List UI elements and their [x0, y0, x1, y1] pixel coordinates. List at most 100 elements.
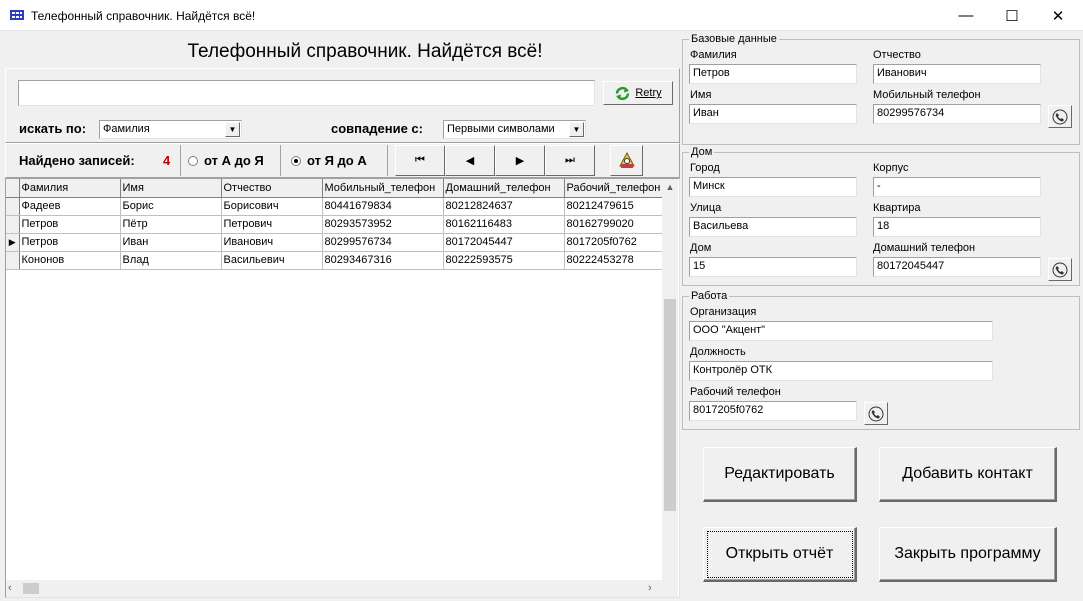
building-label: Корпус [873, 162, 909, 174]
work-phone-field[interactable]: 8017205f0762 [689, 401, 857, 421]
table-cell[interactable]: 80293467316 [322, 251, 444, 270]
first-name-field[interactable]: Иван [689, 104, 857, 124]
table-cell[interactable]: Кононов [19, 251, 121, 270]
scroll-thumb[interactable] [23, 583, 39, 594]
call-work-button[interactable] [864, 402, 888, 425]
sort-asc-radio[interactable]: от А до Я [180, 145, 281, 176]
match-select[interactable]: Первыми символами ▼ [443, 120, 586, 139]
table-cell[interactable]: 80212824637 [443, 197, 565, 216]
table-cell[interactable]: Иванович [221, 233, 323, 252]
city-field[interactable]: Минск [689, 177, 857, 197]
nav-prev-button[interactable]: ◀ [445, 145, 495, 176]
print-preview-icon [618, 151, 635, 168]
column-header[interactable]: Рабочий_телефон [564, 179, 663, 198]
street-field[interactable]: Васильева [689, 217, 857, 237]
table-row-current[interactable]: ▶ Петров Иван Иванович 80299576734 80172… [6, 233, 663, 252]
header-title: Телефонный справочник. Найдётся всё! [187, 41, 543, 62]
table-cell[interactable]: 80172045447 [443, 233, 565, 252]
data-grid[interactable]: Фамилия Имя Отчество Мобильный_телефон Д… [5, 178, 680, 598]
table-cell[interactable]: 80162799020 [564, 215, 663, 234]
table-cell[interactable]: 80299576734 [322, 233, 444, 252]
table-cell[interactable]: 8017205f0762 [564, 233, 663, 252]
house-field[interactable]: 15 [689, 257, 857, 277]
search-by-label: искать по: [19, 121, 87, 136]
scroll-thumb[interactable] [664, 299, 676, 511]
table-row[interactable]: Кононов Влад Васильевич 80293467316 8022… [6, 251, 663, 270]
match-label: совпадение с: [331, 121, 423, 136]
table-cell[interactable]: 80222593575 [443, 251, 565, 270]
horizontal-scrollbar[interactable]: ‹ › [6, 580, 678, 597]
title-bar: Телефонный справочник. Найдётся всё! — ☐… [0, 0, 1083, 31]
table-cell[interactable]: Влад [120, 251, 222, 270]
sort-desc-label: от Я до А [307, 153, 367, 168]
vertical-scrollbar[interactable]: ▲ [662, 179, 678, 580]
table-row[interactable]: Петров Пётр Петрович 80293573952 8016211… [6, 215, 663, 234]
table-cell[interactable]: 80212479615 [564, 197, 663, 216]
search-by-select[interactable]: Фамилия ▼ [99, 120, 242, 139]
open-report-button[interactable]: Открыть отчёт [703, 527, 857, 582]
city-label: Город [690, 162, 720, 174]
search-input[interactable] [18, 80, 595, 106]
minimize-button[interactable]: — [943, 0, 989, 31]
table-cell[interactable]: Пётр [120, 215, 222, 234]
table-cell[interactable]: 80162116483 [443, 215, 565, 234]
column-header[interactable]: Отчество [221, 179, 323, 198]
last-name-label: Фамилия [690, 49, 737, 61]
nav-last-button[interactable]: ⏭ [545, 145, 595, 176]
building-field[interactable]: - [873, 177, 1041, 197]
table-cell[interactable]: Борис [120, 197, 222, 216]
table-cell[interactable]: Иван [120, 233, 222, 252]
row-indicator [6, 251, 20, 270]
column-header[interactable]: Фамилия [19, 179, 121, 198]
chevron-down-icon[interactable]: ▼ [569, 122, 584, 137]
table-cell[interactable]: Петров [19, 233, 121, 252]
nav-first-button[interactable]: ⏮ [395, 145, 445, 176]
table-cell[interactable]: Петров [19, 215, 121, 234]
column-header[interactable]: Мобильный_телефон [322, 179, 444, 198]
radio-unchecked-icon [188, 155, 198, 166]
position-field[interactable]: Контролёр ОТК [689, 361, 993, 381]
home-phone-field[interactable]: 80172045447 [873, 257, 1041, 277]
last-name-field[interactable]: Петров [689, 64, 857, 84]
search-by-value: Фамилия [103, 123, 150, 135]
sort-desc-radio[interactable]: от Я до А [283, 145, 388, 176]
call-home-button[interactable] [1048, 258, 1072, 281]
edit-button[interactable]: Редактировать [703, 447, 857, 502]
table-cell[interactable]: Борисович [221, 197, 323, 216]
add-contact-button[interactable]: Добавить контакт [879, 447, 1057, 502]
nav-next-button[interactable]: ▶ [495, 145, 545, 176]
chevron-down-icon[interactable]: ▼ [225, 122, 240, 137]
table-cell[interactable]: Васильевич [221, 251, 323, 270]
table-cell[interactable]: 80441679834 [322, 197, 444, 216]
exit-program-button[interactable]: Закрыть программу [879, 527, 1057, 582]
work-title: Работа [689, 290, 730, 302]
mobile-field[interactable]: 80299576734 [873, 104, 1041, 124]
street-label: Улица [690, 202, 722, 214]
column-header[interactable]: Домашний_телефон [443, 179, 565, 198]
scroll-right-icon[interactable]: › [648, 582, 652, 594]
basic-data-title: Базовые данные [689, 33, 779, 45]
window-title: Телефонный справочник. Найдётся всё! [31, 9, 256, 23]
home-phone-label: Домашний телефон [873, 242, 976, 254]
maximize-button[interactable]: ☐ [989, 0, 1035, 31]
print-report-button[interactable] [610, 145, 643, 176]
call-mobile-button[interactable] [1048, 105, 1072, 128]
phone-icon [1052, 109, 1068, 124]
column-header[interactable]: Имя [120, 179, 222, 198]
position-label: Должность [690, 346, 746, 358]
table-cell[interactable]: 80293573952 [322, 215, 444, 234]
apartment-field[interactable]: 18 [873, 217, 1041, 237]
scroll-left-icon[interactable]: ‹ [8, 582, 12, 594]
close-button[interactable]: ✕ [1035, 0, 1081, 31]
retry-button[interactable]: Retry [603, 81, 673, 105]
table-cell[interactable]: 80222453278 [564, 251, 663, 270]
work-phone-label: Рабочий телефон [690, 386, 781, 398]
scroll-up-icon[interactable]: ▲ [662, 179, 678, 196]
patronymic-field[interactable]: Иванович [873, 64, 1041, 84]
org-field[interactable]: ООО "Акцент" [689, 321, 993, 341]
sort-asc-label: от А до Я [204, 153, 264, 168]
table-cell[interactable]: Петрович [221, 215, 323, 234]
refresh-icon [616, 86, 630, 100]
table-row[interactable]: Фадеев Борис Борисович 80441679834 80212… [6, 197, 663, 216]
table-cell[interactable]: Фадеев [19, 197, 121, 216]
